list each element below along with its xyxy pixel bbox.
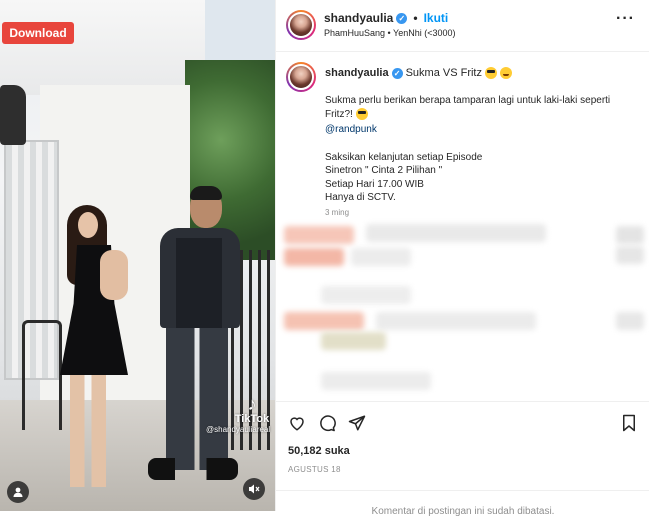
tiktok-handle: @shandyauliareal — [206, 425, 271, 434]
divider — [276, 401, 649, 402]
comments-disabled-notice: Komentar di postingan ini sudah dibatasi… — [371, 506, 555, 517]
more-icon[interactable]: ··· — [616, 11, 635, 27]
username-link[interactable]: shandyaulia — [324, 11, 393, 25]
caption-line: Sinetron " Cinta 2 Pilihan " — [325, 165, 443, 176]
divider — [276, 51, 649, 52]
tiktok-logo-icon: ♪ — [247, 394, 257, 414]
follow-button[interactable]: Ikuti — [424, 11, 449, 25]
caption-line: Saksikan kelanjutan setiap Episode — [325, 151, 483, 163]
mute-icon[interactable] — [243, 478, 265, 500]
separator: • — [413, 11, 418, 25]
bookmark-icon[interactable] — [618, 412, 640, 434]
avatar[interactable] — [286, 10, 316, 40]
share-icon[interactable] — [346, 412, 368, 434]
iron-chair — [22, 320, 62, 430]
caption-line: Setiap Hari 17.00 WIB — [325, 178, 424, 190]
post-details: shandyaulia ✓ • Ikuti PhamHuuSang • YenN… — [275, 0, 649, 517]
tiktok-watermark: ♪ TikTok — [232, 395, 272, 425]
caption-avatar[interactable] — [286, 62, 316, 92]
comment-icon[interactable] — [316, 412, 338, 434]
sunglasses-emoji-icon — [484, 67, 497, 79]
mention-link[interactable]: @randpunk — [325, 123, 640, 137]
grin-emoji-icon — [499, 67, 512, 79]
like-count[interactable]: 50,182 suka — [288, 445, 350, 457]
post-header-user: shandyaulia ✓ • Ikuti — [324, 11, 448, 25]
audio-attribution[interactable]: PhamHuuSang • YenNhi (<3000) — [324, 28, 456, 38]
caption-title: Sukma VS Fritz — [405, 67, 482, 79]
caption-line: Fritz?! — [325, 107, 640, 122]
verified-icon: ✓ — [396, 12, 408, 24]
download-badge[interactable]: Download — [2, 22, 74, 44]
post-media[interactable]: Download ♪ TikTok @shandyauliareal — [0, 0, 275, 511]
post-date[interactable]: AGUSTUS 18 — [288, 465, 341, 474]
heart-icon[interactable] — [286, 412, 308, 434]
time-ago[interactable]: 3 ming — [325, 208, 349, 217]
blurred-comments — [276, 222, 649, 397]
user-tag-icon[interactable] — [7, 481, 29, 503]
tiktok-brand: TikTok — [234, 413, 270, 425]
caption-header: shandyaulia ✓ Sukma VS Fritz — [325, 67, 512, 79]
caption-body: Sukma perlu berikan berapa tamparan lagi… — [325, 94, 640, 205]
divider — [276, 490, 649, 491]
caption-username[interactable]: shandyaulia — [325, 67, 389, 79]
wall-lamp — [0, 85, 26, 145]
caption-line: Sukma perlu berikan berapa tamparan lagi… — [325, 95, 611, 106]
caption-line: Hanya di SCTV. — [325, 192, 396, 203]
verified-icon: ✓ — [391, 67, 403, 79]
sunglasses-emoji-icon — [355, 107, 368, 120]
